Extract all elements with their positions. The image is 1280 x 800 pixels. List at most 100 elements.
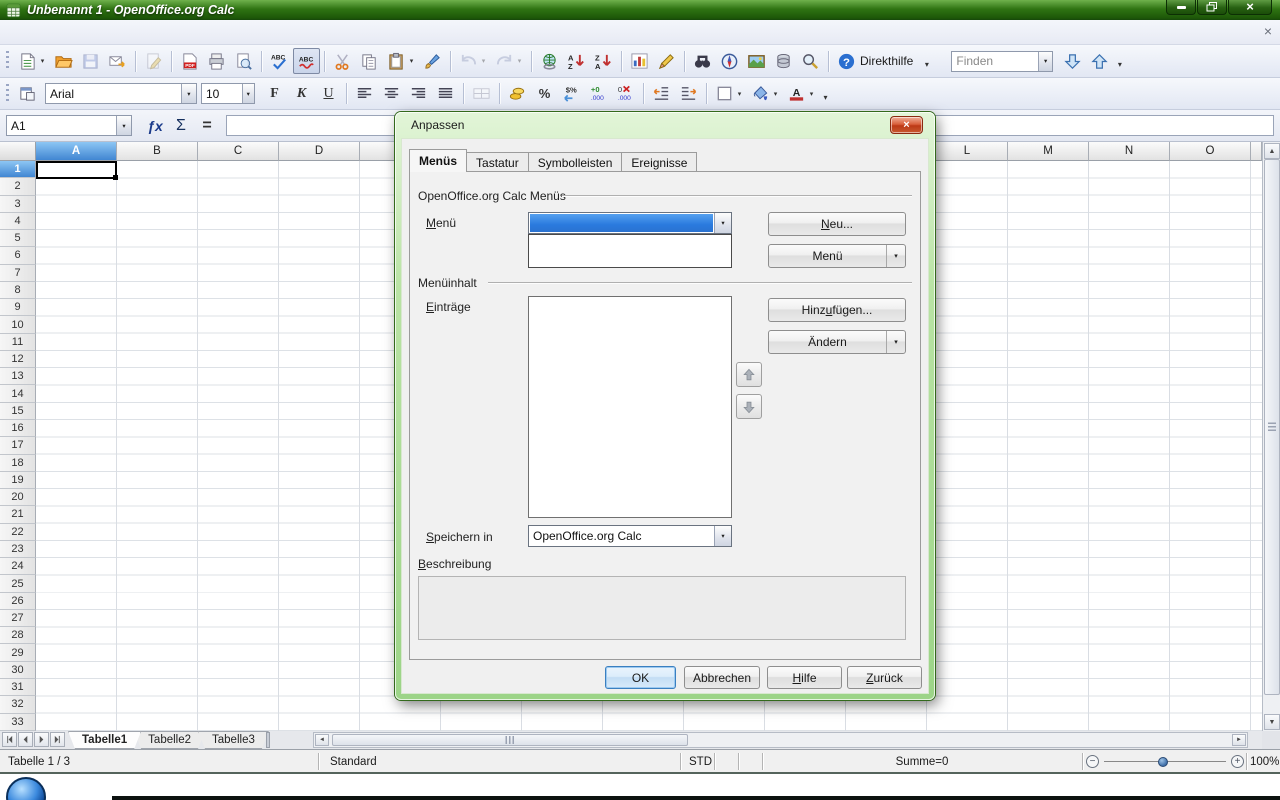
fill-handle[interactable] [113, 175, 118, 180]
scroll-down-button[interactable]: ▼ [1264, 714, 1280, 730]
row-header-16[interactable]: 16 [0, 420, 36, 437]
find-next-button[interactable] [1059, 48, 1086, 74]
row-header-33[interactable]: 33 [0, 714, 36, 731]
row-header-20[interactable]: 20 [0, 489, 36, 506]
percent-format-button[interactable]: % [531, 81, 558, 107]
row-header-8[interactable]: 8 [0, 282, 36, 299]
sheet-tab-tabelle3[interactable]: Tabelle3 [198, 731, 269, 749]
row-header-19[interactable]: 19 [0, 472, 36, 489]
format-paintbrush-button[interactable] [419, 48, 446, 74]
close-button[interactable]: × [1228, 0, 1272, 15]
scroll-right-button[interactable]: ► [1232, 734, 1246, 746]
minimize-button[interactable] [1166, 0, 1196, 15]
email-document-button[interactable] [104, 48, 131, 74]
standard-format-button[interactable]: $% [558, 81, 585, 107]
first-sheet-button[interactable] [2, 732, 17, 747]
delete-decimal-button[interactable]: 0.000 [612, 81, 639, 107]
styles-and-formatting-button[interactable] [14, 81, 41, 107]
sum-button[interactable]: Σ [168, 114, 194, 138]
selection-mode[interactable]: STD [689, 750, 712, 773]
tab-tastatur[interactable]: Tastatur [466, 152, 529, 172]
row-header-32[interactable]: 32 [0, 696, 36, 713]
row-header-21[interactable]: 21 [0, 506, 36, 523]
print-file-button[interactable] [203, 48, 230, 74]
sort-ascending-button[interactable]: AZ [563, 48, 590, 74]
row-header-6[interactable]: 6 [0, 247, 36, 264]
row-header-28[interactable]: 28 [0, 627, 36, 644]
row-header-23[interactable]: 23 [0, 541, 36, 558]
ok-button[interactable]: OK [605, 666, 676, 689]
page-style[interactable]: Standard [330, 750, 377, 773]
name-box[interactable]: ▾ [6, 115, 132, 136]
column-header-l[interactable]: L [927, 142, 1008, 161]
font-color-button[interactable]: A▾ [783, 81, 819, 107]
move-up-button[interactable] [736, 362, 762, 387]
bold-button[interactable]: F [261, 81, 288, 107]
scroll-up-button[interactable]: ▲ [1264, 143, 1280, 159]
column-header-b[interactable]: B [117, 142, 198, 161]
menu-combobox[interactable]: ▾ [528, 212, 732, 234]
row-header-22[interactable]: 22 [0, 524, 36, 541]
modify-dropdown-arrow[interactable]: ▾ [886, 331, 905, 353]
background-color-button[interactable]: ▾ [747, 81, 783, 107]
redo-dropdown-arrow[interactable]: ▾ [515, 57, 524, 65]
sort-descending-button[interactable]: ZA [590, 48, 617, 74]
font-color-dropdown-arrow[interactable]: ▾ [807, 90, 816, 98]
tab-menus[interactable]: Menüs [409, 149, 467, 172]
italic-button[interactable]: K [288, 81, 315, 107]
new-document-button[interactable]: ▾ [14, 48, 50, 74]
find-combobox[interactable]: ▾ [951, 51, 1053, 72]
row-header-29[interactable]: 29 [0, 644, 36, 661]
row-header-10[interactable]: 10 [0, 316, 36, 333]
zoom-slider-thumb[interactable] [1158, 757, 1168, 767]
copy-button[interactable] [356, 48, 383, 74]
row-header-3[interactable]: 3 [0, 196, 36, 213]
increase-indent-button[interactable] [675, 81, 702, 107]
toolbar-grip[interactable] [6, 84, 9, 104]
navigator-button[interactable] [716, 48, 743, 74]
column-header-m[interactable]: M [1008, 142, 1089, 161]
export-pdf-button[interactable]: PDF [176, 48, 203, 74]
open-document-button[interactable] [50, 48, 77, 74]
tab-scrollbar-splitter[interactable] [266, 732, 270, 748]
save-in-combobox[interactable]: OpenOffice.org Calc ▾ [528, 525, 732, 547]
row-header-2[interactable]: 2 [0, 178, 36, 195]
previous-sheet-button[interactable] [18, 732, 33, 747]
name-box-dropdown-arrow[interactable]: ▾ [116, 116, 131, 135]
zoom-in-button[interactable]: + [1231, 755, 1244, 768]
row-header-30[interactable]: 30 [0, 662, 36, 679]
row-header-24[interactable]: 24 [0, 558, 36, 575]
menu-actions-button[interactable]: Menü ▾ [768, 244, 906, 268]
sum-status[interactable]: Summe=0 [762, 750, 1082, 773]
font-name-combobox[interactable]: ▾ [45, 83, 197, 104]
row-header-26[interactable]: 26 [0, 593, 36, 610]
column-header-a[interactable]: A [36, 142, 117, 161]
move-down-button[interactable] [736, 394, 762, 419]
function-button[interactable]: = [194, 114, 220, 138]
column-header-c[interactable]: C [198, 142, 279, 161]
last-sheet-button[interactable] [50, 732, 65, 747]
new-document-dropdown-arrow[interactable]: ▾ [38, 57, 47, 65]
next-sheet-button[interactable] [34, 732, 49, 747]
find-dropdown-arrow[interactable]: ▾ [1038, 52, 1052, 71]
vertical-scrollbar[interactable]: ▲ ▼ [1262, 142, 1280, 731]
row-header-11[interactable]: 11 [0, 334, 36, 351]
find-and-replace-button[interactable] [689, 48, 716, 74]
row-header-13[interactable]: 13 [0, 368, 36, 385]
column-header-partial[interactable] [1251, 142, 1262, 161]
dialog-close-button[interactable]: × [890, 116, 923, 134]
sheet-tab-tabelle2[interactable]: Tabelle2 [134, 731, 205, 749]
zoom-level[interactable]: 100% [1250, 750, 1279, 773]
vertical-scrollbar-thumb[interactable] [1264, 159, 1280, 695]
tab-symbolleisten[interactable]: Symbolleisten [528, 152, 623, 172]
row-header-31[interactable]: 31 [0, 679, 36, 696]
auto-spellcheck-button[interactable]: ABC [293, 48, 320, 74]
row-header-5[interactable]: 5 [0, 230, 36, 247]
zoom-out-button[interactable]: − [1086, 755, 1099, 768]
row-header-18[interactable]: 18 [0, 455, 36, 472]
column-header-n[interactable]: N [1089, 142, 1170, 161]
align-right-button[interactable] [405, 81, 432, 107]
spellcheck-button[interactable]: ABC [266, 48, 293, 74]
undo-dropdown-arrow[interactable]: ▾ [479, 57, 488, 65]
font-size-input[interactable] [202, 84, 242, 103]
